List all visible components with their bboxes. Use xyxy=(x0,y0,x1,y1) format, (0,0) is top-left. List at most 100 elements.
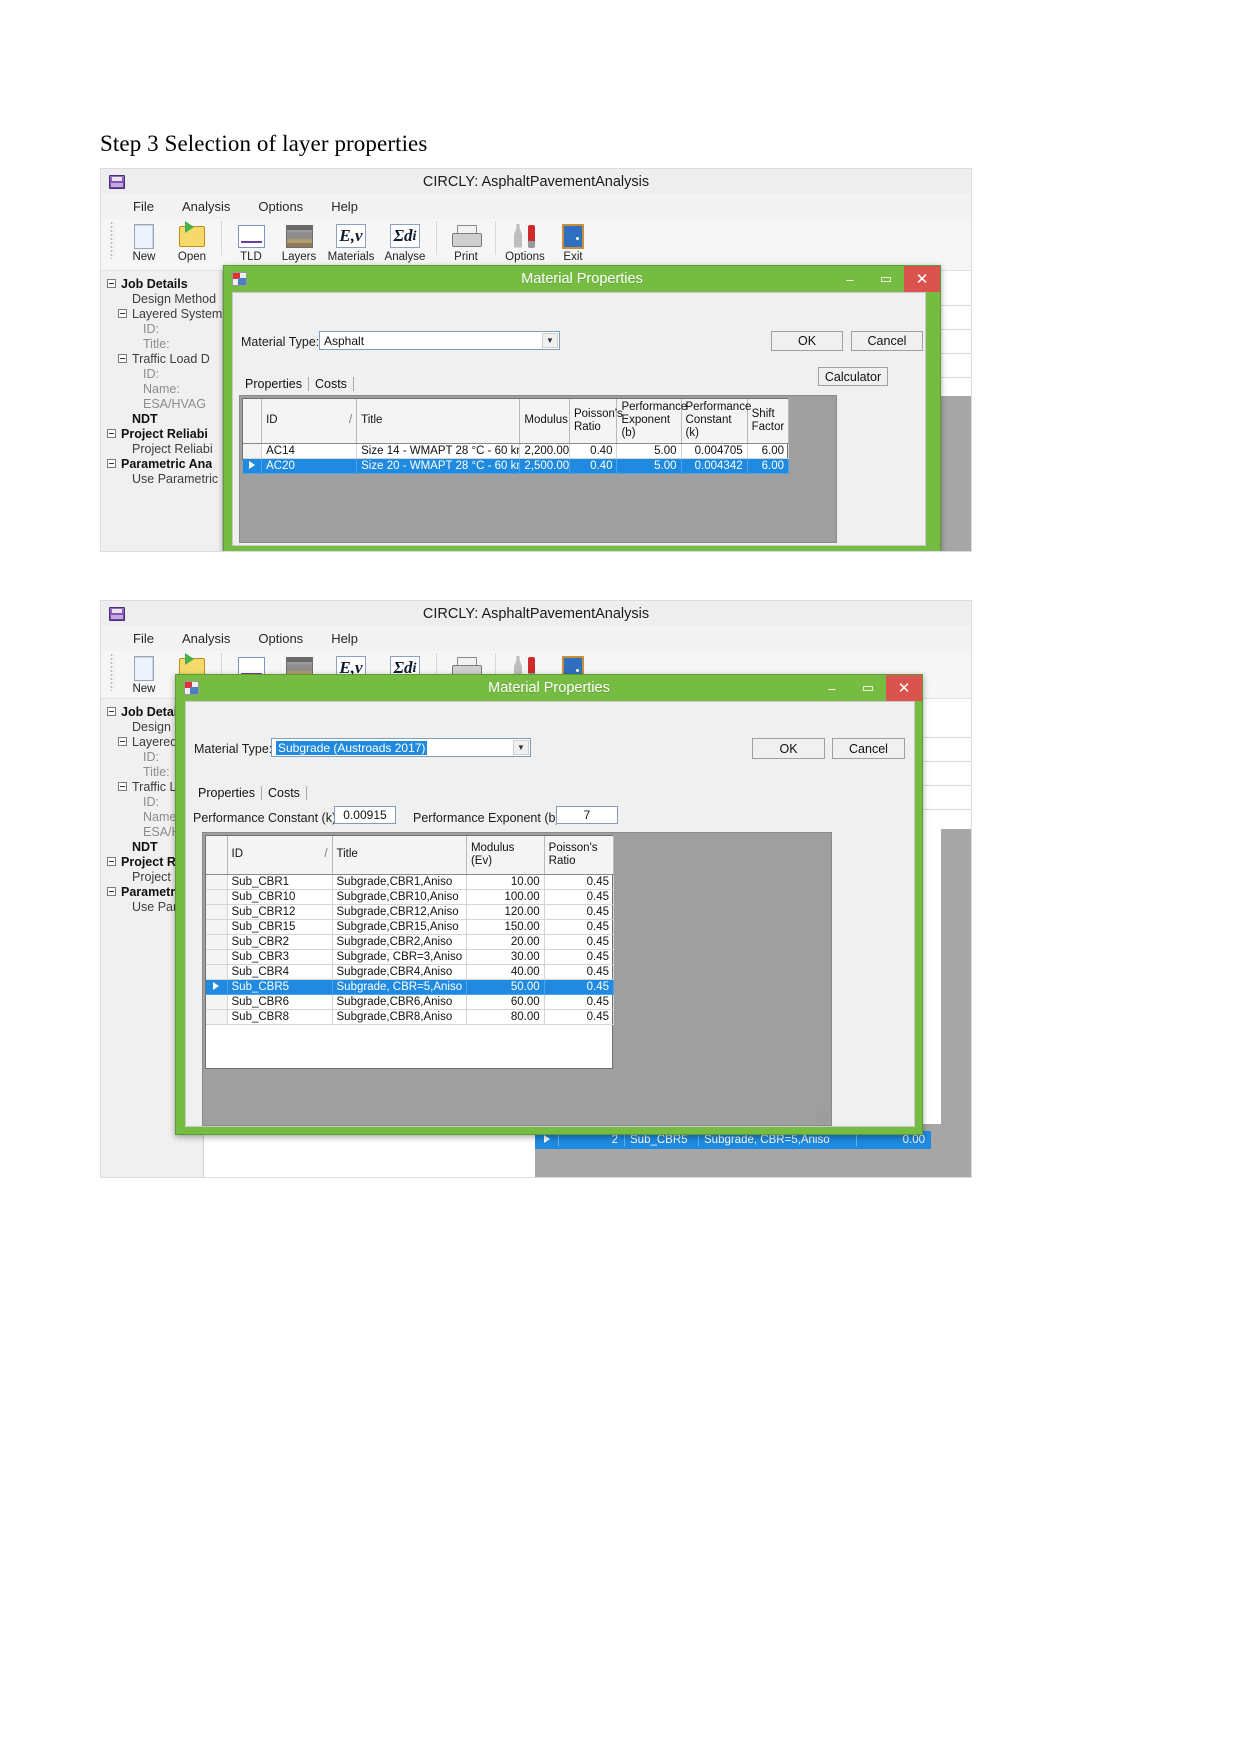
tree-item[interactable]: ID: xyxy=(107,321,222,336)
tree-item[interactable]: ESA/HVAG xyxy=(107,396,222,411)
tree-item-label: Use Parametric xyxy=(132,471,219,486)
tree-collapse-icon[interactable] xyxy=(107,887,116,896)
job-tree-panel-1[interactable]: Job Details Design Method Layered System ID… xyxy=(101,271,223,551)
ok-button-1[interactable]: OK xyxy=(771,331,843,351)
cancel-button-2[interactable]: Cancel xyxy=(832,738,905,759)
table-row[interactable]: Sub_CBR1 Subgrade,CBR1,Aniso 10.00 0.45 xyxy=(206,874,615,890)
tree-collapse-icon[interactable] xyxy=(118,737,127,746)
tree-collapse-icon[interactable] xyxy=(107,707,116,716)
minimize-button-1[interactable]: – xyxy=(832,266,868,292)
toolbar-button-tld[interactable]: TLD xyxy=(227,219,275,263)
tab-costs-2[interactable]: Costs xyxy=(262,786,307,800)
column-header[interactable]: Poisson's Ratio xyxy=(569,399,623,444)
tree-collapse-icon[interactable] xyxy=(107,857,116,866)
table-row[interactable]: Sub_CBR3 Subgrade, CBR=3,Aniso 30.00 0.45 xyxy=(206,949,615,965)
material-type-combobox-1[interactable]: Asphalt ▼ xyxy=(319,331,560,350)
tree-item[interactable]: Project Reliabi xyxy=(107,426,222,441)
table-row[interactable]: AC20 Size 20 - WMAPT 28 °C - 60 km/h 2,500… xyxy=(243,458,790,474)
tree-item[interactable]: Parametric Ana xyxy=(107,456,222,471)
cell-id: Sub_CBR6 xyxy=(227,994,333,1010)
tree-collapse-icon[interactable] xyxy=(107,459,116,468)
tab-costs-1[interactable]: Costs xyxy=(309,377,354,391)
tree-item[interactable]: Title: xyxy=(107,336,222,351)
table-row[interactable]: Sub_CBR4 Subgrade,CBR4,Aniso 40.00 0.45 xyxy=(206,964,615,980)
tree-collapse-icon[interactable] xyxy=(107,279,116,288)
menu-item-help[interactable]: Help xyxy=(317,199,372,214)
table-row[interactable]: Sub_CBR12 Subgrade,CBR12,Aniso 120.00 0.45 xyxy=(206,904,615,920)
tree-item[interactable]: Design Method xyxy=(107,291,222,306)
tools-icon xyxy=(501,221,549,251)
tree-item[interactable]: Name: xyxy=(107,381,222,396)
column-header[interactable]: Performance Constant (k) xyxy=(681,399,751,444)
tree-collapse-icon[interactable] xyxy=(107,429,116,438)
table-row[interactable]: Sub_CBR8 Subgrade,CBR8,Aniso 80.00 0.45 xyxy=(206,1009,615,1025)
table-row[interactable]: AC14 Size 14 - WMAPT 28 °C - 60 km/h 2,200… xyxy=(243,443,790,459)
cancel-button-1[interactable]: Cancel xyxy=(851,331,923,351)
dialog-titlebar-1[interactable]: Material Properties – ▭ ✕ xyxy=(224,266,940,292)
tree-item[interactable]: Traffic Load D xyxy=(107,351,222,366)
table-row[interactable]: Sub_CBR2 Subgrade,CBR2,Aniso 20.00 0.45 xyxy=(206,934,615,950)
tree-item[interactable]: ID: xyxy=(107,366,222,381)
tree-item[interactable]: NDT xyxy=(107,411,222,426)
calculator-button-1[interactable]: Calculator xyxy=(818,367,888,386)
column-header[interactable]: Title xyxy=(356,399,521,444)
table-row[interactable]: Sub_CBR5 Subgrade, CBR=5,Aniso 50.00 0.45 xyxy=(206,979,615,995)
toolbar-button-materials[interactable]: E,v Materials xyxy=(323,219,379,263)
menu-item-help[interactable]: Help xyxy=(317,631,372,646)
menu-item-file[interactable]: File xyxy=(119,631,168,646)
column-header[interactable]: ID / xyxy=(227,836,333,875)
menu-item-options[interactable]: Options xyxy=(244,631,317,646)
material-type-combobox-2[interactable]: Subgrade (Austroads 2017) ▼ xyxy=(271,738,531,757)
toolbar-button-exit[interactable]: Exit xyxy=(549,219,597,263)
toolbar-button-layers[interactable]: Layers xyxy=(275,219,323,263)
dialog-titlebar-2[interactable]: Material Properties – ▭ ✕ xyxy=(176,675,922,701)
tree-item[interactable]: Project Reliabi xyxy=(107,441,222,456)
materials-grid-2[interactable]: ID / Title Modulus (Ev) Poisson's Ratio Sub_CB… xyxy=(202,832,832,1126)
cell-title: Size 14 - WMAPT 28 °C - 60 km/h xyxy=(356,443,521,459)
materials-grid-1[interactable]: ID / Title Modulus Poisson's Ratio Performanc… xyxy=(239,395,837,543)
column-header[interactable]: Performance Exponent (b) xyxy=(616,399,687,444)
tree-collapse-icon[interactable] xyxy=(118,354,127,363)
performance-constant-input[interactable]: 0.00915 xyxy=(334,806,396,824)
tree-collapse-icon[interactable] xyxy=(118,309,127,318)
tree-item[interactable]: Job Details xyxy=(107,276,222,291)
column-header[interactable]: ID / xyxy=(261,399,358,444)
table-row[interactable]: Sub_CBR6 Subgrade,CBR6,Aniso 60.00 0.45 xyxy=(206,994,615,1010)
table-row[interactable]: Sub_CBR10 Subgrade,CBR10,Aniso 100.00 0.45 xyxy=(206,889,615,905)
maximize-button-1[interactable]: ▭ xyxy=(868,266,904,292)
maximize-button-2[interactable]: ▭ xyxy=(850,675,886,701)
close-icon[interactable]: ✕ xyxy=(904,266,940,292)
chevron-down-icon[interactable]: ▼ xyxy=(542,333,558,348)
column-header[interactable]: Modulus xyxy=(519,399,570,444)
column-header[interactable]: Shift Factor xyxy=(747,399,790,444)
menu-item-file[interactable]: File xyxy=(119,199,168,214)
chevron-down-icon[interactable]: ▼ xyxy=(513,740,529,755)
toolbar-button-open[interactable]: Open xyxy=(168,219,216,263)
tree-item[interactable]: Use Parametric xyxy=(107,471,222,486)
tab-properties-1[interactable]: Properties xyxy=(239,377,309,391)
toolbar-button-analyse[interactable]: Σd i Analyse xyxy=(379,219,431,263)
tab-properties-2[interactable]: Properties xyxy=(192,786,262,800)
row-marker xyxy=(206,874,228,890)
toolbar-button-new[interactable]: New xyxy=(120,651,168,695)
table-row[interactable]: Sub_CBR15 Subgrade,CBR15,Aniso 150.00 0.45 xyxy=(206,919,615,935)
column-header[interactable]: Poisson's Ratio xyxy=(544,836,615,875)
tree-item-label: NDT xyxy=(132,411,158,426)
toolbar-grip[interactable] xyxy=(110,221,114,259)
minimize-button-2[interactable]: – xyxy=(814,675,850,701)
toolbar-button-options[interactable]: Options xyxy=(501,219,549,263)
close-icon[interactable]: ✕ xyxy=(886,675,922,701)
performance-exponent-input[interactable]: 7 xyxy=(556,806,618,824)
tree-collapse-icon[interactable] xyxy=(118,782,127,791)
column-header[interactable]: Modulus (Ev) xyxy=(466,836,545,875)
menu-item-analysis[interactable]: Analysis xyxy=(168,199,244,214)
menu-item-analysis[interactable]: Analysis xyxy=(168,631,244,646)
menu-item-options[interactable]: Options xyxy=(244,199,317,214)
ok-button-2[interactable]: OK xyxy=(752,738,825,759)
toolbar-grip[interactable] xyxy=(110,653,114,691)
toolbar-button-print[interactable]: Print xyxy=(442,219,490,263)
toolbar-button-new[interactable]: New xyxy=(120,219,168,263)
resize-grip-icon[interactable] xyxy=(817,1111,829,1123)
tree-item[interactable]: Layered System xyxy=(107,306,222,321)
column-header[interactable]: Title xyxy=(332,836,467,875)
